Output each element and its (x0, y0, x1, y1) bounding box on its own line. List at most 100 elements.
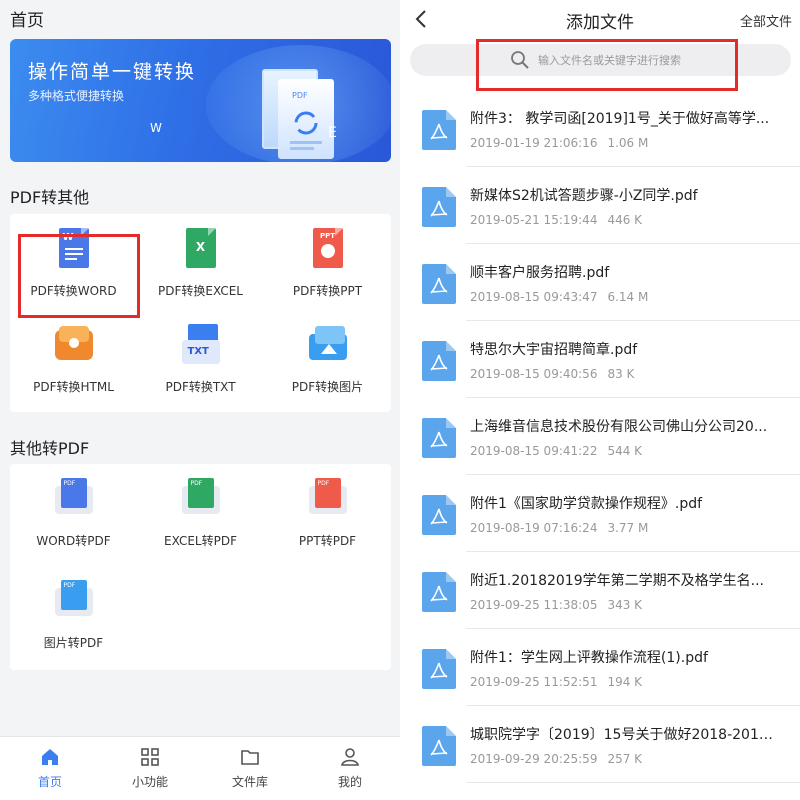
nav-label: 小功能 (131, 775, 168, 789)
banner-letter-e: E (328, 125, 337, 141)
tile-pdf-to-html[interactable]: PDF转换HTML (10, 310, 137, 406)
file-name: 顺丰客户服务招聘.pdf (470, 265, 610, 281)
bottom-nav: 首页 小功能 文件库 我的 (0, 736, 400, 800)
excel-doc-icon: X (178, 228, 224, 272)
file-meta: 2019-09-25 11:38:05 343 K (470, 598, 642, 612)
nav-home[interactable]: 首页 (0, 737, 100, 800)
txt-doc-icon: TXT (178, 324, 224, 368)
tile-label: WORD转PDF (36, 534, 111, 548)
file-row[interactable]: 附件3： 教学司函[2019]1号_关于做好高等学... 2019-01-19 2… (400, 90, 800, 167)
file-meta: 2019-05-21 15:19:44 446 K (470, 213, 642, 227)
other-to-pdf-card: PDF WORD转PDF PDF EXCEL转PDF PDF PPT转PDF P… (10, 464, 391, 670)
file-meta: 2019-08-15 09:43:47 6.14 M (470, 290, 648, 304)
file-date: 2019-01-19 21:06:16 (470, 136, 598, 150)
file-list: 附件3： 教学司函[2019]1号_关于做好高等学... 2019-01-19 2… (400, 90, 800, 783)
file-row[interactable]: 新媒体S2机试答题步骤-小Z同学.pdf 2019-05-21 15:19:44 4… (400, 167, 800, 244)
file-size: 544 K (607, 444, 643, 458)
file-date: 2019-08-15 09:43:47 (470, 290, 598, 304)
file-row[interactable]: 附近1.20182019学年第二学期不及格学生名... 2019-09-25 11… (400, 552, 800, 629)
file-row[interactable]: 附件1《国家助学贷款操作规程》.pdf 2019-08-19 07:16:24 3.… (400, 475, 800, 552)
tile-pdf-to-ppt[interactable]: PPT PDF转换PPT (264, 214, 391, 310)
file-name: 附件1《国家助学贷款操作规程》.pdf (470, 496, 703, 512)
file-name: 上海维音信息技术股份有限公司佛山分公司20... (470, 419, 768, 435)
section-title-other-to-pdf: 其他转PDF (10, 439, 90, 458)
nav-file-library[interactable]: 文件库 (200, 737, 300, 800)
file-row[interactable]: 特思尔大宇宙招聘简章.pdf 2019-08-15 09:40:56 83 K (400, 321, 800, 398)
tile-label: EXCEL转PDF (164, 534, 237, 548)
file-date: 2019-09-25 11:52:51 (470, 675, 598, 689)
nav-mine[interactable]: 我的 (300, 737, 400, 800)
section-title-pdf-to-other: PDF转其他 (10, 188, 90, 207)
excel-to-pdf-icon: PDF (178, 478, 224, 522)
tile-label: 图片转PDF (43, 636, 104, 650)
tile-label: PDF转换图片 (291, 380, 364, 394)
file-name: 特思尔大宇宙招聘简章.pdf (470, 342, 638, 358)
nav-tools[interactable]: 小功能 (100, 737, 200, 800)
divider (466, 782, 800, 783)
tile-pdf-to-txt[interactable]: TXT PDF转换TXT (137, 310, 264, 406)
tile-label: PPT转PDF (298, 534, 357, 548)
nav-label: 我的 (337, 775, 362, 789)
pdf-file-icon (422, 264, 456, 304)
pdf-file-icon (422, 649, 456, 689)
banner-subtitle: 多种格式便捷转换 (28, 89, 125, 103)
file-meta: 2019-08-15 09:41:22 544 K (470, 444, 642, 458)
banner-title: 操作简单一键转换 (28, 61, 197, 83)
file-row[interactable]: 上海维音信息技术股份有限公司佛山分公司20... 2019-08-15 09:41… (400, 398, 800, 475)
nav-label: 文件库 (231, 775, 268, 789)
tile-pdf-to-excel[interactable]: X PDF转换EXCEL (137, 214, 264, 310)
file-row[interactable]: 顺丰客户服务招聘.pdf 2019-08-15 09:43:47 6.14 M (400, 244, 800, 321)
tile-label: PDF转换EXCEL (158, 284, 243, 298)
file-meta: 2019-09-29 20:25:59 257 K (470, 752, 642, 766)
tile-label: PDF转换TXT (165, 380, 236, 394)
html-doc-icon (51, 324, 97, 368)
file-date: 2019-08-15 09:40:56 (470, 367, 598, 381)
tile-word-to-pdf[interactable]: PDF WORD转PDF (10, 464, 137, 560)
file-name: 附近1.20182019学年第二学期不及格学生名... (470, 573, 764, 589)
file-row[interactable]: 城职院学字〔2019〕15号关于做好2018-2019... 2019-09-29… (400, 706, 800, 783)
pdf-file-icon (422, 341, 456, 381)
search-highlight-box (476, 39, 738, 91)
highlight-box (18, 234, 140, 318)
pdf-file-icon (422, 187, 456, 227)
pdf-file-icon (422, 572, 456, 612)
file-date: 2019-09-25 11:38:05 (470, 598, 598, 612)
tile-ppt-to-pdf[interactable]: PDF PPT转PDF (264, 464, 391, 560)
file-size: 3.77 M (607, 521, 649, 535)
nav-label: 首页 (37, 775, 62, 789)
file-size: 83 K (607, 367, 635, 381)
pdf-file-icon (422, 418, 456, 458)
tile-image-to-pdf[interactable]: PDF 图片转PDF (10, 566, 137, 662)
banner-letter-w: W (150, 121, 162, 135)
file-size: 257 K (607, 752, 643, 766)
refresh-arrows-icon (290, 111, 322, 150)
banner-doc-front: PDF (278, 79, 334, 159)
all-files-button[interactable]: 全部文件 (740, 11, 792, 30)
ppt-doc-icon: PPT (305, 228, 351, 272)
ppt-to-pdf-icon: PDF (305, 478, 351, 522)
file-size: 1.06 M (607, 136, 649, 150)
file-size: 343 K (607, 598, 643, 612)
add-file-screen: 添加文件 全部文件 附件3： 教学司函[2019]1号_关于做好高等学...20… (400, 0, 800, 800)
pdf-file-icon (422, 726, 456, 766)
file-date: 2019-05-21 15:19:44 (470, 213, 598, 227)
tile-excel-to-pdf[interactable]: PDF EXCEL转PDF (137, 464, 264, 560)
file-name: 附件3： 教学司函[2019]1号_关于做好高等学... (470, 111, 770, 127)
pdf-file-icon (422, 110, 456, 150)
file-row[interactable]: 附件1：学生网上评教操作流程(1).pdf 2019-09-25 11:52:51… (400, 629, 800, 706)
file-meta: 2019-09-25 11:52:51 194 K (470, 675, 642, 689)
file-date: 2019-08-15 09:41:22 (470, 444, 598, 458)
file-meta: 2019-08-19 07:16:24 3.77 M (470, 521, 648, 535)
file-name: 城职院学字〔2019〕15号关于做好2018-2019... (470, 727, 780, 743)
promo-banner[interactable]: 操作简单一键转换 多种格式便捷转换 PDF W E (10, 39, 391, 162)
file-size: 194 K (607, 675, 643, 689)
file-date: 2019-09-29 20:25:59 (470, 752, 598, 766)
file-name: 附件1：学生网上评教操作流程(1).pdf (470, 650, 708, 666)
file-meta: 2019-01-19 21:06:16 1.06 M (470, 136, 648, 150)
word-to-pdf-icon: PDF (51, 478, 97, 522)
pdf-to-other-card: W PDF转换WORD X PDF转换EXCEL PPT PDF转换PPT PD… (10, 214, 391, 412)
image-doc-icon (305, 324, 351, 368)
file-meta: 2019-08-15 09:40:56 83 K (470, 367, 634, 381)
tile-pdf-to-image[interactable]: PDF转换图片 (264, 310, 391, 406)
file-size: 446 K (607, 213, 643, 227)
